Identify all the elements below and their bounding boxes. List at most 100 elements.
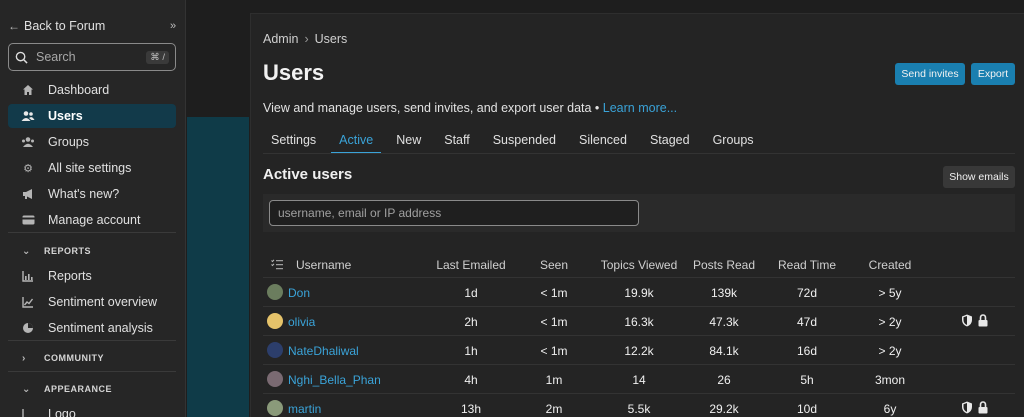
username-link[interactable]: olivia (288, 315, 315, 329)
shield-icon (962, 401, 972, 414)
cell-seen: < 1m (540, 286, 568, 300)
lock-icon (978, 314, 988, 327)
cell-posts-read: 29.2k (709, 402, 739, 416)
tab-staff[interactable]: Staff (436, 132, 477, 154)
cell-topics-viewed: 16.3k (624, 315, 654, 329)
sidebar: ← Back to Forum » Search ⌘ / Dashboard U… (0, 0, 186, 417)
main-panel: Admin › Users Users Send invites Export Vi… (250, 13, 1024, 417)
users-icon (20, 109, 36, 123)
breadcrumb-admin[interactable]: Admin (263, 32, 298, 46)
staff-badges (961, 314, 989, 327)
image-icon (20, 407, 36, 417)
table-row[interactable]: martin 13h 2m 5.5k 29.2k 10d 6y (263, 394, 1015, 417)
gear-icon: ⚙ (23, 162, 33, 175)
export-button[interactable]: Export (971, 63, 1015, 85)
sidebar-item-label: Reports (48, 269, 92, 283)
staff-badges (961, 401, 989, 414)
section-label: COMMUNITY (44, 353, 104, 363)
cell-topics-viewed: 19.9k (624, 286, 654, 300)
tab-suspended[interactable]: Suspended (485, 132, 564, 154)
cell-read-time: 10d (796, 402, 818, 416)
sidebar-item-sentiment-analysis[interactable]: Sentiment analysis (8, 316, 176, 340)
username-link[interactable]: NateDhaliwal (288, 344, 359, 358)
breadcrumb: Admin › Users (263, 32, 347, 46)
learn-more-link[interactable]: Learn more... (603, 101, 677, 115)
section-reports[interactable]: ⌄ REPORTS (8, 241, 176, 261)
tab-settings[interactable]: Settings (263, 132, 324, 154)
sidebar-item-users[interactable]: Users (8, 104, 176, 128)
breadcrumb-users[interactable]: Users (315, 32, 348, 46)
table-header: Username Last Emailed Seen Topics Viewed… (263, 252, 1015, 278)
sidebar-item-label: Logo (48, 407, 76, 417)
header-last-emailed[interactable]: Last Emailed (436, 258, 505, 272)
page-title: Users (263, 60, 325, 85)
table-row[interactable]: olivia 2h < 1m 16.3k 47.3k 47d > 2y (263, 307, 1015, 336)
cell-last-emailed: 13h (460, 402, 482, 416)
filter-bar (263, 194, 1015, 232)
collapse-sidebar-icon[interactable]: » (166, 20, 180, 32)
tabs-divider (263, 153, 1015, 154)
chevron-right-icon: › (304, 32, 309, 46)
send-invites-button[interactable]: Send invites (895, 63, 965, 85)
cell-posts-read: 139k (710, 286, 738, 300)
sidebar-item-all-site-settings[interactable]: ⚙ All site settings (8, 156, 176, 180)
table-row[interactable]: NateDhaliwal 1h < 1m 12.2k 84.1k 16d > 2y (263, 336, 1015, 365)
back-to-forum-label: Back to Forum (24, 19, 106, 33)
cell-created: > 5y (878, 286, 902, 300)
username-link[interactable]: Don (288, 286, 310, 300)
sidebar-item-reports[interactable]: Reports (8, 264, 176, 288)
sidebar-search[interactable]: Search ⌘ / (8, 43, 176, 71)
avatar[interactable] (267, 342, 283, 358)
sidebar-item-whats-new[interactable]: What's new? (8, 182, 176, 206)
avatar[interactable] (267, 371, 283, 387)
chevron-down-icon: ⌄ (22, 383, 31, 395)
tab-active[interactable]: Active (331, 132, 382, 154)
cell-last-emailed: 1h (464, 344, 478, 358)
cell-created: 6y (883, 402, 897, 416)
sidebar-item-sentiment-overview[interactable]: Sentiment overview (8, 290, 176, 314)
table-row[interactable]: Nghi_Bella_Phan 4h 1m 14 26 5h 3mon (263, 365, 1015, 394)
section-community[interactable]: › COMMUNITY (8, 348, 176, 368)
sidebar-item-label: Manage account (48, 213, 141, 227)
header-posts-read[interactable]: Posts Read (693, 258, 755, 272)
sidebar-item-manage-account[interactable]: Manage account (8, 208, 176, 232)
username-link[interactable]: Nghi_Bella_Phan (288, 373, 381, 387)
search-icon (15, 51, 28, 64)
avatar[interactable] (267, 400, 283, 416)
table-row[interactable]: Don 1d < 1m 19.9k 139k 72d > 5y (263, 278, 1015, 307)
show-emails-button[interactable]: Show emails (943, 166, 1015, 188)
tab-groups[interactable]: Groups (705, 132, 762, 154)
sidebar-item-label: Dashboard (48, 83, 110, 97)
header-created[interactable]: Created (869, 258, 912, 272)
header-seen[interactable]: Seen (540, 258, 568, 272)
cell-topics-viewed: 12.2k (624, 344, 654, 358)
sidebar-item-groups[interactable]: Groups (8, 130, 176, 154)
header-topics-viewed[interactable]: Topics Viewed (601, 258, 678, 272)
cell-created: 3mon (874, 373, 906, 387)
description-text: View and manage users, send invites, and… (263, 101, 600, 115)
card-icon (20, 213, 36, 227)
groups-icon (20, 135, 36, 149)
cell-seen: 1m (545, 373, 563, 387)
avatar[interactable] (267, 284, 283, 300)
sidebar-item-dashboard[interactable]: Dashboard (8, 78, 176, 102)
header-read-time[interactable]: Read Time (778, 258, 836, 272)
tab-silenced[interactable]: Silenced (571, 132, 635, 154)
section-appearance[interactable]: ⌄ APPEARANCE (8, 379, 176, 399)
shield-icon (962, 314, 972, 327)
pie-icon (20, 321, 36, 335)
header-username[interactable]: Username (296, 258, 351, 272)
user-filter-input[interactable] (269, 200, 639, 226)
back-to-forum-link[interactable]: ← Back to Forum » (8, 16, 180, 36)
username-link[interactable]: martin (288, 402, 321, 416)
cell-created: > 2y (878, 315, 902, 329)
avatar[interactable] (267, 313, 283, 329)
tab-new[interactable]: New (388, 132, 429, 154)
bulk-select-icon[interactable] (271, 259, 283, 273)
sidebar-item-logo[interactable]: Logo (8, 402, 176, 417)
arrow-left-icon: ← (8, 19, 20, 33)
cell-last-emailed: 1d (464, 286, 478, 300)
user-tabs: Settings Active New Staff Suspended Sile… (263, 132, 769, 154)
cell-last-emailed: 4h (464, 373, 478, 387)
tab-staged[interactable]: Staged (642, 132, 698, 154)
